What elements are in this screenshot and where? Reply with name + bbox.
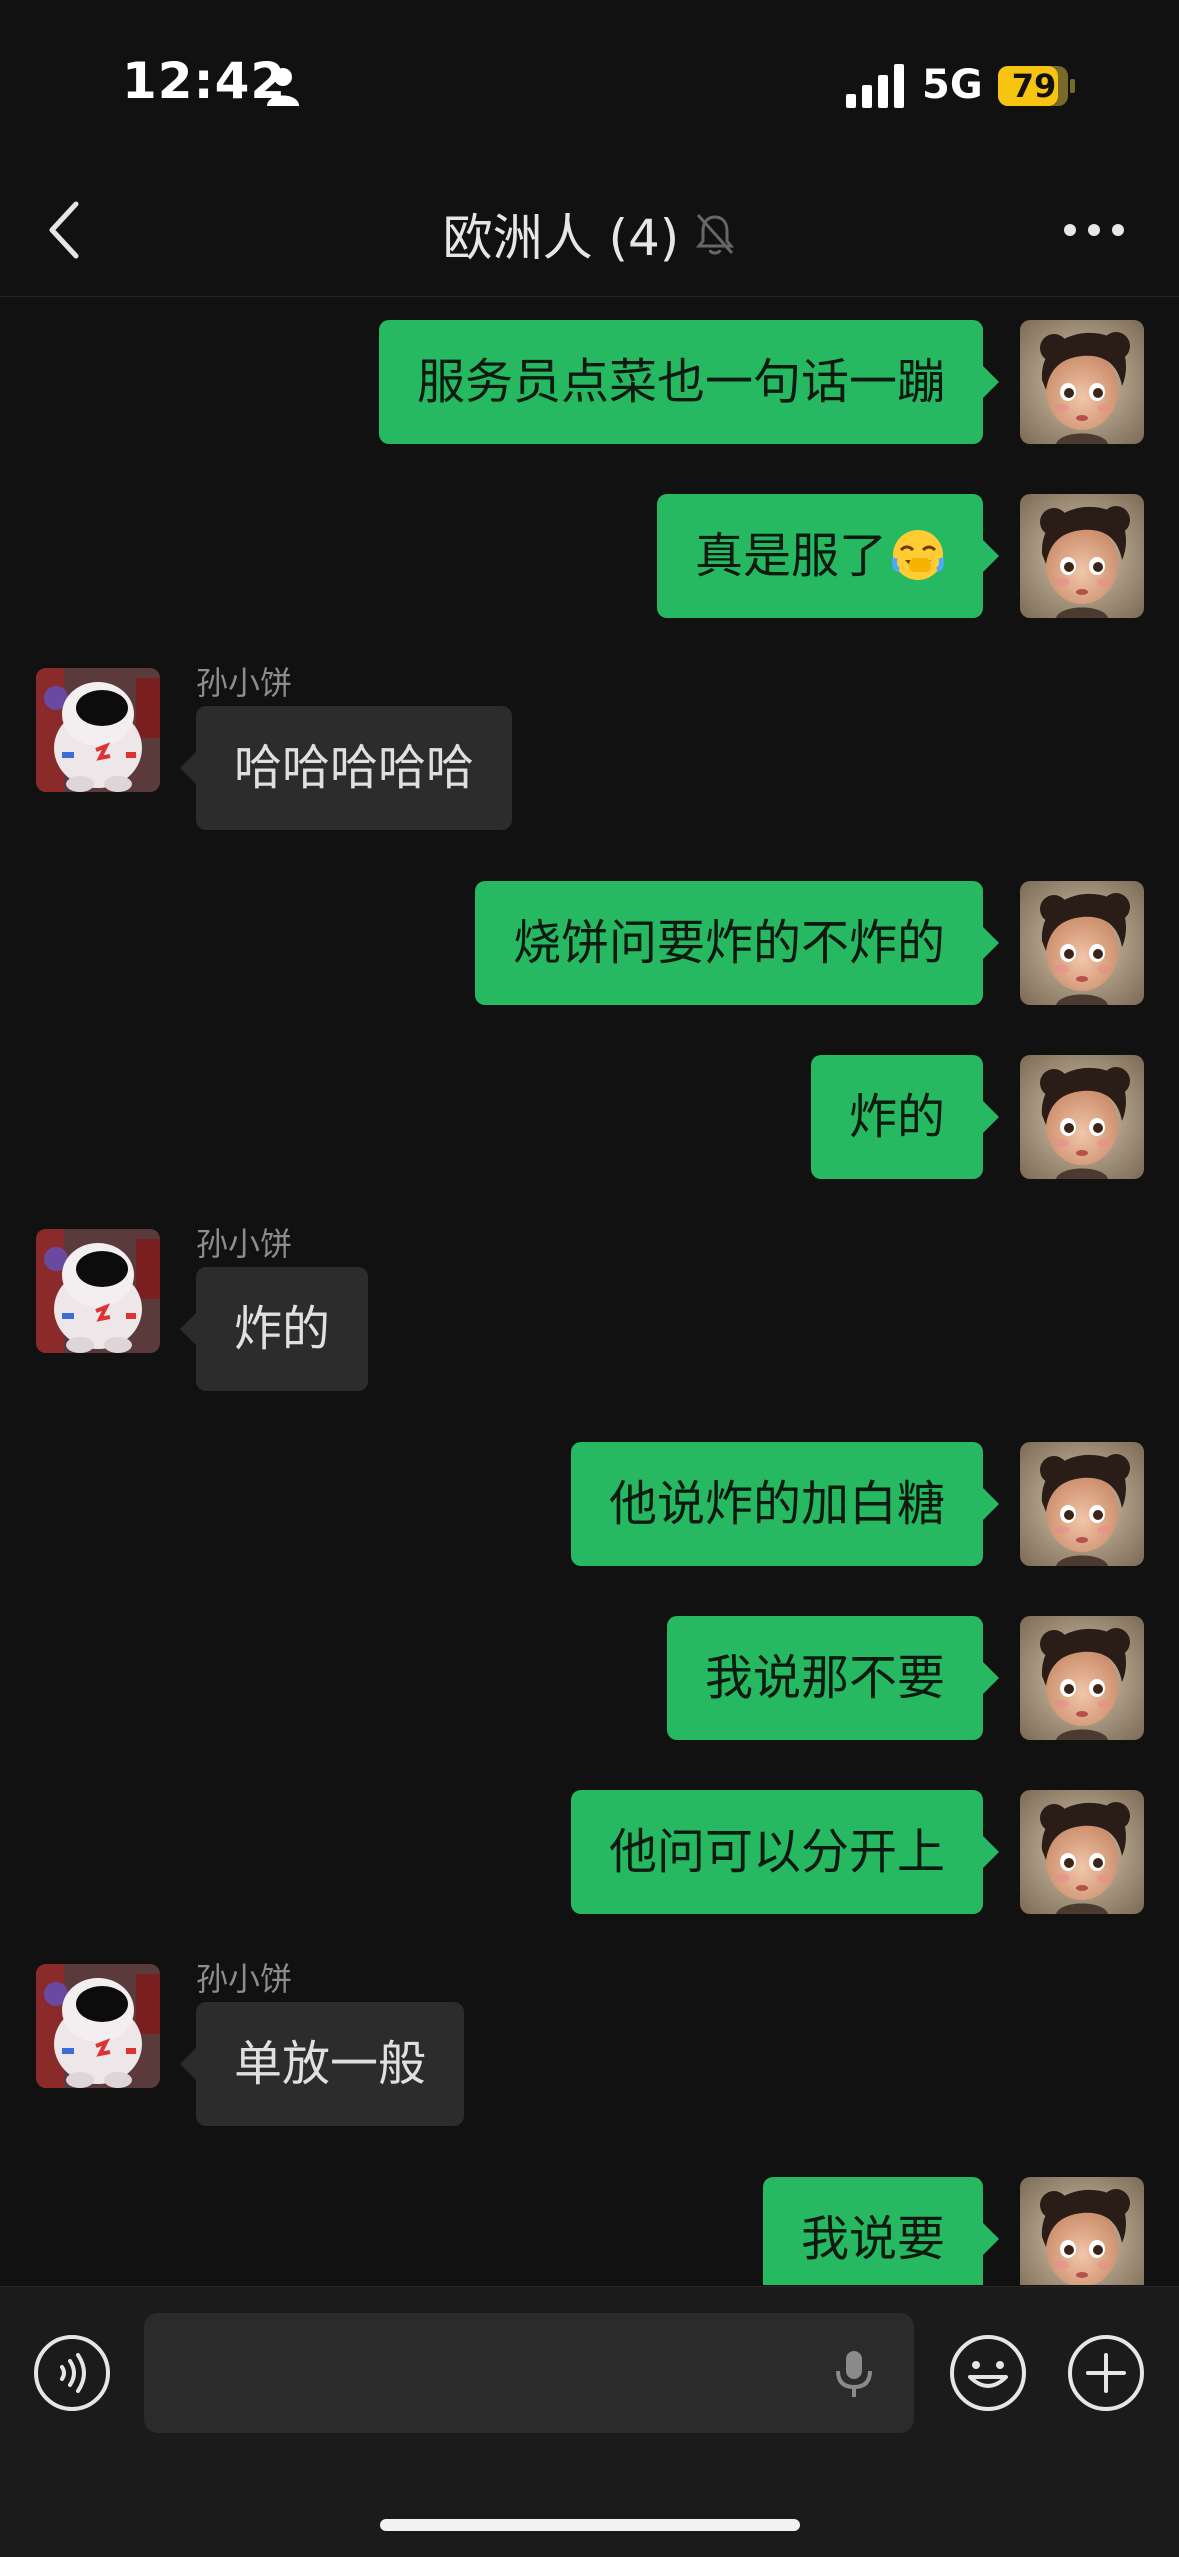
message-bubble[interactable]: 真是服了: [656, 494, 999, 618]
chat-header: 欧洲人 (4): [0, 170, 1179, 297]
contact-avatar[interactable]: [36, 1229, 160, 1353]
more-icon[interactable]: [1062, 218, 1126, 242]
plus-icon[interactable]: [1066, 2333, 1146, 2413]
laughing-tears-emoji-icon: [892, 530, 944, 580]
my-avatar[interactable]: [1020, 2177, 1144, 2285]
message-text: 他说炸的加白糖: [608, 1476, 945, 1532]
status-bar: 12:42 5G 79: [0, 0, 1179, 170]
my-avatar[interactable]: [1020, 1055, 1144, 1179]
message-text: 哈哈哈哈哈: [234, 740, 475, 796]
my-avatar[interactable]: [1020, 320, 1144, 444]
input-bar: [0, 2286, 1179, 2557]
my-avatar[interactable]: [1020, 494, 1144, 618]
sender-name: 孙小饼: [196, 1225, 293, 1263]
message-text: 他问可以分开上: [608, 1824, 945, 1880]
message-bubble[interactable]: 单放一般: [180, 2002, 465, 2126]
message-bubble[interactable]: 服务员点菜也一句话一蹦: [378, 320, 999, 444]
signal-icon: [846, 64, 904, 108]
message-bubble[interactable]: 他说炸的加白糖: [570, 1442, 999, 1566]
my-avatar[interactable]: [1020, 1616, 1144, 1740]
message-bubble[interactable]: 我说要: [762, 2177, 999, 2285]
message-bubble[interactable]: 烧饼问要炸的不炸的: [474, 881, 999, 1005]
my-avatar[interactable]: [1020, 881, 1144, 1005]
message-text: 我说那不要: [704, 1650, 945, 1706]
message-text: 单放一般: [234, 2036, 427, 2092]
message-text: 我说要: [800, 2211, 945, 2267]
my-avatar[interactable]: [1020, 1790, 1144, 1914]
home-indicator[interactable]: [380, 2519, 800, 2531]
emoji-icon[interactable]: [948, 2333, 1028, 2413]
message-input[interactable]: [144, 2313, 914, 2433]
message-bubble[interactable]: 炸的: [180, 1267, 369, 1391]
sender-name: 孙小饼: [196, 664, 293, 702]
message-list[interactable]: 服务员点菜也一句话一蹦 真是服了 孙小饼 哈哈哈哈哈 烧饼问要炸的不炸的 炸的 …: [0, 298, 1179, 2285]
message-text: 烧饼问要炸的不炸的: [512, 915, 945, 971]
chat-title: 欧洲人 (4): [442, 209, 680, 267]
person-icon: [267, 68, 299, 106]
message-bubble[interactable]: 哈哈哈哈哈: [180, 706, 513, 830]
message-bubble[interactable]: 他问可以分开上: [570, 1790, 999, 1914]
voice-icon[interactable]: [32, 2333, 112, 2413]
message-bubble[interactable]: 我说那不要: [666, 1616, 999, 1740]
contact-avatar[interactable]: [36, 668, 160, 792]
battery-level: 79: [1011, 67, 1057, 105]
status-time: 12:42: [122, 52, 287, 110]
message-text: 真是服了: [694, 528, 887, 584]
contact-avatar[interactable]: [36, 1964, 160, 2088]
sender-name: 孙小饼: [196, 1960, 293, 1998]
message-bubble[interactable]: 炸的: [810, 1055, 999, 1179]
network-type: 5G: [922, 62, 983, 108]
mute-bell-icon: [696, 213, 735, 255]
mic-icon[interactable]: [824, 2343, 884, 2403]
message-text: 服务员点菜也一句话一蹦: [416, 354, 945, 410]
my-avatar[interactable]: [1020, 1442, 1144, 1566]
message-text: 炸的: [848, 1089, 945, 1145]
message-text: 炸的: [234, 1301, 331, 1357]
